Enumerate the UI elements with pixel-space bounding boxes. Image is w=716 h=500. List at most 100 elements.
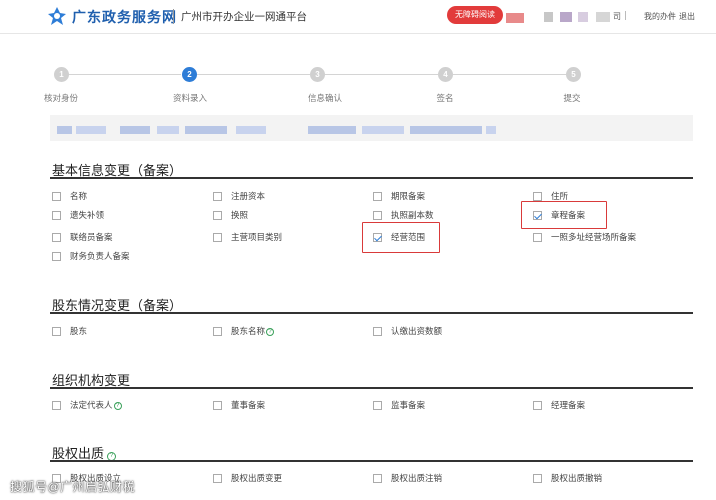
- redacted-text: [308, 126, 356, 134]
- option-label: 名称: [70, 191, 88, 201]
- user-name-mosaic: [560, 12, 572, 22]
- checkbox[interactable]: [213, 473, 222, 483]
- checkbox[interactable]: [213, 400, 222, 410]
- checkbox[interactable]: [533, 232, 542, 242]
- option-label: 监事备案: [391, 400, 426, 410]
- option-label: 联络员备案: [70, 232, 113, 242]
- option-label-text: 法定代表人: [70, 400, 113, 410]
- steps-connector: [453, 74, 566, 75]
- redacted-text: [76, 126, 106, 134]
- option-label: 法定代表人?: [70, 399, 122, 411]
- redacted-text: [236, 126, 266, 134]
- checkbox[interactable]: [52, 232, 61, 242]
- checkbox[interactable]: [373, 400, 382, 410]
- option-label: 主营项目类别: [231, 232, 283, 242]
- checkbox[interactable]: [373, 326, 382, 336]
- option-label: 遗失补领: [70, 210, 105, 220]
- site-logo-text[interactable]: 广东政务服务网: [72, 7, 177, 27]
- my-office-link[interactable]: 我的办件: [644, 11, 676, 22]
- redacted-text: [157, 126, 179, 134]
- checkbox[interactable]: [52, 400, 61, 410]
- step-1-label: 核对身份: [43, 93, 78, 103]
- platform-title: 广州市开办企业一网通平台: [181, 11, 307, 23]
- step-5-label: 提交: [563, 93, 581, 103]
- watermark-text: 搜狐号@广州启弘财税: [10, 480, 136, 494]
- option-shareholder-name[interactable]: 股东名称?: [213, 325, 275, 337]
- user-name-mosaic: [578, 12, 588, 22]
- step-5-circle: 5: [566, 67, 581, 82]
- step-1-circle: 1: [54, 67, 69, 82]
- header-link-divider: [670, 11, 671, 20]
- option-shareholder[interactable]: 股东: [52, 325, 87, 337]
- highlight-box-business-scope: [362, 222, 440, 253]
- redacted-text: [57, 126, 72, 134]
- section-divider: [50, 387, 693, 389]
- user-name-mosaic: [596, 12, 610, 22]
- option-label: 股权出质注销: [391, 473, 443, 483]
- help-icon[interactable]: ?: [266, 328, 275, 336]
- option-equity-pledge-revoke[interactable]: 股权出质撤销: [533, 472, 602, 484]
- checkbox[interactable]: [533, 191, 542, 201]
- redacted-text: [362, 126, 404, 134]
- checkbox[interactable]: [213, 191, 222, 201]
- option-label: 一照多址经营场所备案: [551, 232, 637, 242]
- header-divider: [173, 9, 174, 24]
- header-link-divider: [625, 11, 626, 20]
- option-director-filing[interactable]: 董事备案: [213, 399, 265, 411]
- checkbox[interactable]: [533, 400, 542, 410]
- option-finance-officer-filing[interactable]: 财务负责人备案: [52, 250, 130, 262]
- option-subscribed-capital[interactable]: 认缴出资数额: [373, 325, 442, 337]
- option-license-renewal[interactable]: 换照: [213, 209, 248, 221]
- checkbox[interactable]: [52, 191, 61, 201]
- option-license-copies[interactable]: 执照副本数: [373, 209, 434, 221]
- step-3-label: 信息确认: [307, 93, 342, 103]
- section-divider: [50, 177, 693, 179]
- checkbox[interactable]: [533, 473, 542, 483]
- section-divider: [50, 460, 693, 462]
- option-label: 股东: [70, 326, 88, 336]
- checkbox[interactable]: [52, 251, 61, 261]
- checkbox[interactable]: [52, 210, 61, 220]
- checkbox[interactable]: [213, 326, 222, 336]
- redacted-text: [185, 126, 227, 134]
- option-name[interactable]: 名称: [52, 190, 87, 202]
- option-label: 执照副本数: [391, 210, 434, 220]
- option-equity-pledge-cancel[interactable]: 股权出质注销: [373, 472, 442, 484]
- redacted-text: [486, 126, 496, 134]
- checkbox[interactable]: [213, 232, 222, 242]
- steps-connector: [197, 74, 310, 75]
- checkbox[interactable]: [373, 191, 382, 201]
- option-multi-address-filing[interactable]: 一照多址经营场所备案: [533, 231, 636, 243]
- checkbox[interactable]: [373, 210, 382, 220]
- logout-link[interactable]: 退出: [679, 11, 695, 22]
- checkbox[interactable]: [52, 326, 61, 336]
- steps-connector: [325, 74, 438, 75]
- step-4-circle: 4: [438, 67, 453, 82]
- option-manager-filing[interactable]: 经理备案: [533, 399, 585, 411]
- option-label: 认缴出资数额: [391, 326, 443, 336]
- user-name-suffix: 司: [613, 12, 621, 21]
- option-supervisor-filing[interactable]: 监事备案: [373, 399, 425, 411]
- option-label: 经理备案: [551, 400, 586, 410]
- step-2-label: 资料录入: [172, 93, 207, 103]
- option-lost-reissue[interactable]: 遗失补领: [52, 209, 104, 221]
- option-label: 董事备案: [231, 400, 266, 410]
- step-3-circle: 3: [310, 67, 325, 82]
- highlight-box-articles-filing: [521, 201, 607, 229]
- option-term-filing[interactable]: 期限备案: [373, 190, 425, 202]
- option-equity-pledge-change[interactable]: 股权出质变更: [213, 472, 282, 484]
- checkbox[interactable]: [373, 473, 382, 483]
- option-main-business-category[interactable]: 主营项目类别: [213, 231, 282, 243]
- checkbox[interactable]: [213, 210, 222, 220]
- option-label: 股东名称?: [231, 325, 275, 337]
- step-2-circle: 2: [182, 67, 197, 82]
- help-icon[interactable]: ?: [113, 402, 122, 410]
- accessibility-button[interactable]: 无障碍阅读: [447, 6, 503, 24]
- top-header: 广东政务服务网 广州市开办企业一网通平台 无障碍阅读 司 我的办件 退出: [0, 0, 716, 34]
- option-registered-capital[interactable]: 注册资本: [213, 190, 265, 202]
- option-liaison-filing[interactable]: 联络员备案: [52, 231, 113, 243]
- option-label: 股权出质变更: [231, 473, 283, 483]
- option-legal-representative[interactable]: 法定代表人?: [52, 399, 122, 411]
- step-4-label: 签名: [436, 93, 454, 103]
- redacted-text: [410, 126, 482, 134]
